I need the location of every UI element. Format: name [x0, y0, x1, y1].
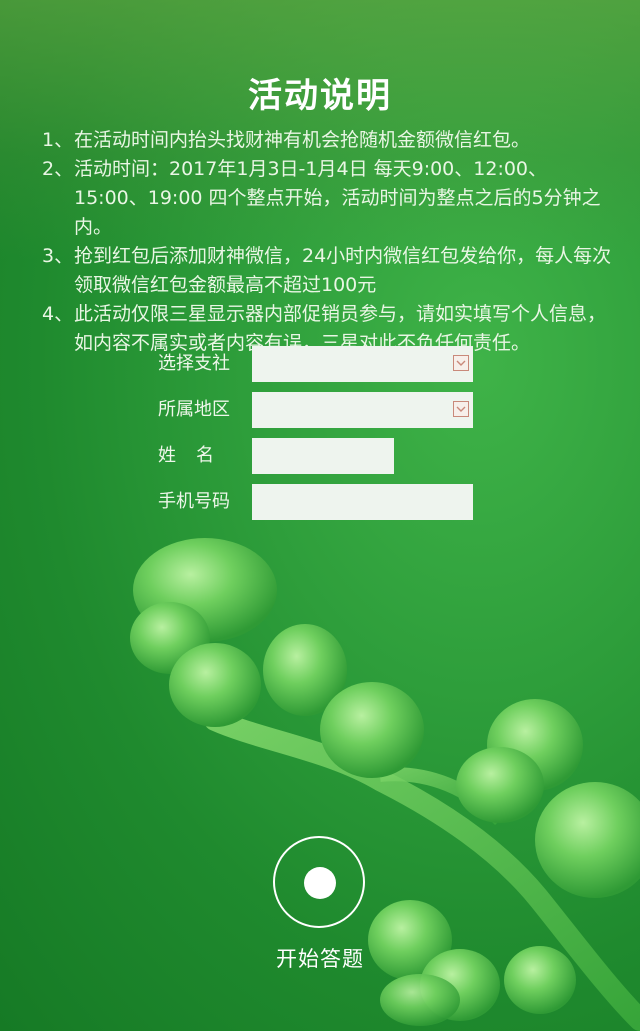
phone-label: 手机号码: [158, 491, 230, 512]
page-title: 活动说明: [248, 76, 392, 116]
rule-text: 抢到红包后添加财神微信，24小时内微信红包发给你，每人每次领取微信红包金额最高不…: [74, 245, 612, 296]
phone-row: 手机号码: [158, 484, 488, 520]
phone-input[interactable]: [252, 484, 473, 520]
rule-number: 3、: [42, 245, 74, 267]
rule-number: 1、: [42, 129, 74, 151]
rule-item: 1、 在活动时间内抬头找财神有机会抢随机金额微信红包。: [42, 126, 612, 155]
info-form: 选择支社 所属地区 姓名 手机号码: [158, 346, 488, 530]
rule-item: 3、 抢到红包后添加财神微信，24小时内微信红包发给你，每人每次领取微信红包金额…: [42, 242, 612, 300]
name-input[interactable]: [252, 438, 394, 474]
region-row: 所属地区: [158, 392, 488, 428]
rule-text: 活动时间：2017年1月3日-1月4日 每天9:00、12:00、15:00、1…: [74, 158, 601, 238]
branch-label: 选择支社: [158, 353, 230, 374]
rule-item: 2、 活动时间：2017年1月3日-1月4日 每天9:00、12:00、15:0…: [42, 155, 612, 242]
activity-page: 活动说明 1、 在活动时间内抬头找财神有机会抢随机金额微信红包。 2、 活动时间…: [0, 0, 640, 1031]
region-label: 所属地区: [158, 399, 230, 420]
branch-row: 选择支社: [158, 346, 488, 382]
chevron-down-icon[interactable]: [453, 355, 469, 371]
rule-text: 在活动时间内抬头找财神有机会抢随机金额微信红包。: [74, 129, 531, 151]
chevron-down-icon[interactable]: [453, 401, 469, 417]
branch-select[interactable]: [252, 346, 473, 382]
name-row: 姓名: [158, 438, 488, 474]
start-label[interactable]: 开始答题: [0, 943, 640, 973]
start-button[interactable]: [273, 836, 365, 928]
name-label: 姓名: [158, 445, 234, 466]
region-select[interactable]: [252, 392, 473, 428]
rules-list: 1、 在活动时间内抬头找财神有机会抢随机金额微信红包。 2、 活动时间：2017…: [42, 126, 612, 358]
rule-number: 4、: [42, 303, 74, 325]
record-circle-icon: [304, 867, 336, 899]
rule-number: 2、: [42, 158, 74, 180]
